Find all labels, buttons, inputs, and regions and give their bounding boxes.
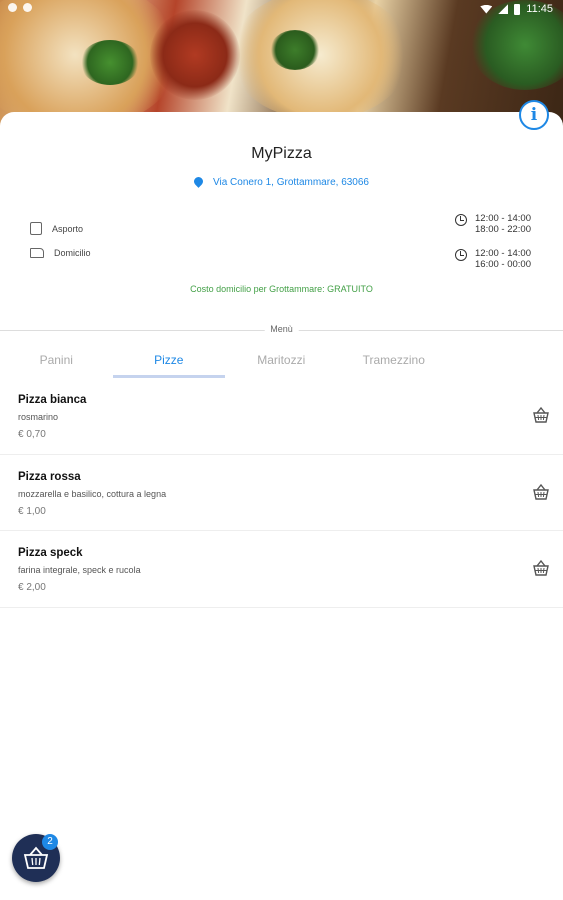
battery-icon <box>514 3 521 15</box>
item-description: farina integrale, speck e rucola <box>18 565 141 575</box>
tab-pizze[interactable]: Pizze <box>112 348 226 378</box>
hours-line: 18:00 - 22:00 <box>475 224 531 235</box>
add-to-cart-icon[interactable] <box>531 482 551 502</box>
hours-line: 12:00 - 14:00 <box>475 248 531 259</box>
tab-tramezzino[interactable]: Tramezzino <box>338 348 451 378</box>
service-delivery: Domicilio <box>30 248 91 258</box>
notification-icon <box>23 3 32 12</box>
status-time: 11:45 <box>526 3 553 15</box>
cart-count-badge: 2 <box>42 834 58 850</box>
location-pin-icon <box>192 175 205 188</box>
list-item[interactable]: Pizza bianca rosmarino € 0,70 <box>0 378 563 455</box>
service-takeaway: Asporto <box>30 222 83 235</box>
item-price: € 1,00 <box>18 505 46 517</box>
delivery-truck-icon <box>30 248 44 258</box>
wifi-icon <box>480 4 493 14</box>
item-name: Pizza speck <box>18 547 83 559</box>
item-price: € 2,00 <box>18 582 46 593</box>
service-label: Domicilio <box>54 248 91 258</box>
item-name: Pizza rossa <box>18 470 81 483</box>
clock-icon <box>455 214 467 226</box>
menu-item-list: Pizza bianca rosmarino € 0,70 Pizza ross… <box>0 378 563 608</box>
info-icon[interactable]: i <box>519 100 549 130</box>
list-item[interactable]: Pizza rossa mozzarella e basilico, cottu… <box>0 455 563 531</box>
list-item[interactable]: Pizza speck farina integrale, speck e ru… <box>0 531 563 608</box>
delivery-cost-note: Costo domicilio per Grottammare: GRATUIT… <box>190 284 373 294</box>
restaurant-name: MyPizza <box>251 145 312 162</box>
service-label: Asporto <box>52 223 84 234</box>
tab-panini[interactable]: Panini <box>0 348 113 378</box>
hours-takeaway: 12:00 - 14:00 18:00 - 22:00 <box>455 213 531 235</box>
category-tabs: Panini Pizze Maritozzi Tramezzino <box>0 348 450 378</box>
hours-delivery: 12:00 - 14:00 16:00 - 00:00 <box>455 248 531 270</box>
item-description: rosmarino <box>18 412 59 422</box>
menu-label: Menù <box>264 324 299 334</box>
receipt-icon <box>30 222 42 235</box>
clock-icon <box>455 249 467 261</box>
address-text: Via Conero 1, Grottammare, 63066 <box>212 177 369 188</box>
item-description: mozzarella e basilico, cottura a legna <box>18 488 167 499</box>
hours-line: 12:00 - 14:00 <box>475 213 531 224</box>
signal-icon <box>498 4 509 14</box>
status-bar: 11:45 <box>0 0 563 18</box>
item-price: € 0,70 <box>18 429 46 440</box>
add-to-cart-icon[interactable] <box>531 405 551 425</box>
item-name: Pizza bianca <box>18 394 87 406</box>
menu-divider: Menù <box>0 324 563 336</box>
basket-icon <box>23 846 49 869</box>
add-to-cart-icon[interactable] <box>531 558 551 578</box>
tab-maritozzi[interactable]: Maritozzi <box>225 348 338 378</box>
notification-icon <box>8 3 17 12</box>
hours-line: 16:00 - 00:00 <box>475 259 531 270</box>
restaurant-address[interactable]: Via Conero 1, Grottammare, 63066 <box>0 175 563 188</box>
